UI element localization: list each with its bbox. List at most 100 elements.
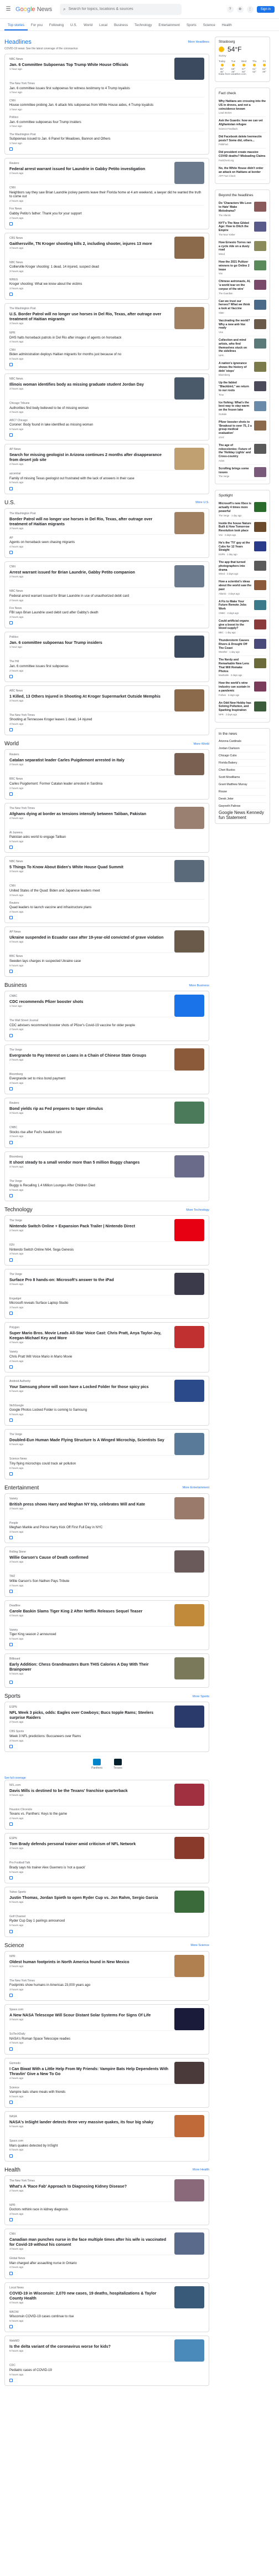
full-coverage-link[interactable] bbox=[9, 147, 204, 151]
related-story[interactable]: BBC News Carles Puigdemont: Former Catala… bbox=[9, 775, 204, 791]
spotlight-item[interactable]: He's the 'TV' guy at the Cubs for 12 Yea… bbox=[219, 539, 266, 559]
related-headline[interactable]: Jan. 6 committee subpoenas four Trump in… bbox=[9, 121, 204, 125]
related-story[interactable]: Variety Tiger King season 2 announced 5 ho… bbox=[9, 1626, 204, 1642]
related-headline[interactable]: Vampire bats share meals with friends bbox=[9, 2091, 204, 2095]
side-item-headline[interactable]: Ice fishing: What's the best way to stay… bbox=[219, 401, 252, 412]
full-coverage-link[interactable] bbox=[9, 1258, 204, 1262]
story-source[interactable]: Billboard bbox=[9, 1657, 170, 1661]
beyond-item[interactable]: Up the fabled "Blackbird," we return to … bbox=[219, 379, 266, 399]
related-headline[interactable]: Subpoenas issued to Jan. 6 Panel for Mea… bbox=[9, 137, 204, 142]
related-story[interactable]: azcentral Family of missing Texas geologi… bbox=[9, 470, 204, 485]
story-source[interactable]: Yahoo Sports bbox=[9, 1891, 170, 1894]
related-headline[interactable]: Gabby Petito's father: Thank you for you… bbox=[9, 212, 204, 217]
related-headline[interactable]: Brady says his trainer Alex Guerrero is … bbox=[9, 1866, 204, 1871]
related-story[interactable]: CDC Pediatric cases of COVID-19 5 hours ag… bbox=[9, 2362, 204, 2377]
related-headline[interactable]: Family of missing Texas geologist out fr… bbox=[9, 477, 204, 482]
full-coverage-link[interactable] bbox=[9, 792, 204, 796]
related-story[interactable]: Fox News Gabby Petito's father: Thank you… bbox=[9, 205, 204, 221]
story-source[interactable]: Reuters bbox=[9, 1102, 170, 1105]
story-card[interactable]: The Verge Nintendo Switch Online + Expans… bbox=[4, 1215, 209, 1266]
side-item-thumbnail[interactable] bbox=[254, 682, 266, 692]
section-title[interactable]: U.S. bbox=[4, 500, 15, 506]
related-headline[interactable]: Pediatric cases of COVID-19 bbox=[9, 2369, 204, 2373]
side-item-thumbnail[interactable] bbox=[254, 561, 266, 571]
related-source[interactable]: Science bbox=[9, 2086, 204, 2090]
story-thumbnail[interactable] bbox=[174, 930, 204, 953]
beyond-item[interactable]: Ice fishing: What's the best way to stay… bbox=[219, 399, 266, 418]
related-story[interactable]: NPR DHS halts horseback patrols in Del Ri… bbox=[9, 329, 204, 345]
side-item-headline[interactable]: Did Facebook delete Ivermectin posts? So… bbox=[219, 135, 266, 143]
side-item-headline[interactable]: Collection and mind artists, who find th… bbox=[219, 339, 252, 354]
related-headline[interactable]: Willie Garson's Son Nathen Pays Tribute bbox=[9, 1580, 204, 1584]
story-source[interactable]: CNBC bbox=[9, 995, 170, 998]
story-headline[interactable]: 5 Things To Know About Biden's White Hou… bbox=[9, 864, 170, 869]
story-card[interactable]: Reuters Federal arrest warrant issued for… bbox=[4, 158, 209, 229]
related-headline[interactable]: CDC advisers recommend booster shots of … bbox=[9, 1024, 204, 1028]
related-headline[interactable]: Shooting at Tennessee Kroger leaves 1 de… bbox=[9, 718, 204, 723]
related-source[interactable]: Variety bbox=[9, 1350, 204, 1354]
story-card[interactable]: NBC News Illinois woman identifies body a… bbox=[4, 373, 209, 441]
related-headline[interactable]: Ryder Cup Day 1 pairings announced bbox=[9, 1919, 204, 1924]
section-title[interactable]: Sports bbox=[4, 1693, 20, 1699]
story-thumbnail[interactable] bbox=[174, 1219, 204, 1242]
story-headline[interactable]: Border Patrol will no longer use horses … bbox=[9, 516, 170, 526]
related-source[interactable]: The New York Times bbox=[9, 714, 204, 718]
related-story[interactable]: NPR Doctors rethink race in kidney diagno… bbox=[9, 2201, 204, 2217]
spotlight-item[interactable]: Microsoft's new Xbox is actually 4 times… bbox=[219, 500, 266, 520]
related-story[interactable]: BBC News Sweden lays charges in suspected… bbox=[9, 952, 204, 968]
story-headline[interactable]: NASA's InSight lander detects three very… bbox=[9, 2119, 170, 2124]
spotlight-item[interactable]: Thunderstorm Causes Rivers & Drought Off… bbox=[219, 637, 266, 657]
related-source[interactable]: Fox News bbox=[9, 607, 204, 611]
story-headline[interactable]: Jan. 6 Committee Subpoenas Top Trump Whi… bbox=[9, 62, 170, 67]
related-story[interactable]: ABC7 Chicago Coroner: Body found in lake … bbox=[9, 416, 204, 432]
fact_check-item[interactable]: Did Facebook delete Ivermectin posts? So… bbox=[219, 133, 266, 149]
story-card[interactable]: Politico Jan. 6 committee subpoenas four … bbox=[4, 632, 209, 682]
beyond-item[interactable]: Pfizer booster shots to 'Breakout to ove… bbox=[219, 418, 266, 442]
story-card[interactable]: Gizmodo I Can Biwat With a Little Help Fr… bbox=[4, 2057, 209, 2108]
story-thumbnail[interactable] bbox=[174, 1433, 204, 1456]
game-score-card[interactable]: Panthers Texans bbox=[4, 1755, 209, 1773]
story-source[interactable]: Politico bbox=[9, 636, 170, 639]
related-headline[interactable]: Microsoft reveals Surface Laptop Studio bbox=[9, 1302, 204, 1306]
full-coverage-link[interactable] bbox=[9, 728, 204, 732]
related-story[interactable]: WKOW Wisconsin COVID-19 cases continue to… bbox=[9, 2308, 204, 2324]
related-source[interactable]: TMZ bbox=[9, 1575, 204, 1579]
full-coverage-link[interactable] bbox=[9, 916, 204, 920]
related-story[interactable]: CNN United States of the Quad: Biden and … bbox=[9, 882, 204, 898]
related-story[interactable]: The Verge Buggy is Recalling 1.4 Million … bbox=[9, 1177, 204, 1193]
story-thumbnail[interactable] bbox=[174, 1379, 204, 1402]
full-coverage-link[interactable] bbox=[9, 2047, 204, 2051]
side-item-headline[interactable]: Did president create massive COVID death… bbox=[219, 151, 266, 158]
story-headline[interactable]: Jan. 6 committee subpoenas four Trump in… bbox=[9, 640, 170, 645]
search-box[interactable]: ⌕ bbox=[60, 3, 182, 15]
section-more-link[interactable]: More World bbox=[194, 742, 209, 746]
related-story[interactable]: CNBC Stocks rise after Fed's hawkish turn… bbox=[9, 1124, 204, 1139]
story-source[interactable]: NBC News bbox=[9, 860, 170, 863]
side-item-thumbnail[interactable] bbox=[254, 619, 266, 629]
story-headline[interactable]: Arrest warrant issued for Brian Laundrie… bbox=[9, 570, 170, 575]
side-item-thumbnail[interactable] bbox=[254, 521, 266, 532]
section-more-link[interactable]: More Technology bbox=[186, 1208, 209, 1212]
spotlight-item[interactable]: How a scientist's ideas about the world … bbox=[219, 578, 266, 598]
beyond-item[interactable]: How Ernesto Torres ran a cycle ride on a… bbox=[219, 239, 266, 258]
side-item-headline[interactable]: Why Haitians are crossing into the US in… bbox=[219, 100, 266, 111]
trending-topic-link[interactable]: Arizona Cardinals bbox=[219, 738, 266, 745]
hamburger-menu-icon[interactable]: ☰ bbox=[4, 6, 12, 13]
trending-topic-link[interactable]: Chicago Cubs bbox=[219, 752, 266, 760]
section-title[interactable]: World bbox=[4, 741, 19, 747]
story-headline[interactable]: Federal arrest warrant issued for Laundr… bbox=[9, 166, 170, 171]
fact_check-item[interactable]: Ask the Guards: how we can vet Afghanist… bbox=[219, 117, 266, 133]
story-headline[interactable]: Ukraine suspended in Ecuador case after … bbox=[9, 935, 170, 940]
related-headline[interactable]: Jan. 6 committee issues first subpoenas bbox=[9, 665, 204, 669]
side-item-thumbnail[interactable] bbox=[254, 319, 266, 329]
related-source[interactable]: CNN bbox=[9, 349, 204, 352]
section-more-link[interactable]: More Health bbox=[193, 2168, 209, 2172]
spotlight-item[interactable]: Inside the house Nature Built & How Tomo… bbox=[219, 520, 266, 539]
weather-location[interactable]: Strasbourg bbox=[219, 40, 266, 44]
story-headline[interactable]: Surface Pro 8 hands-on: Microsoft's answ… bbox=[9, 1277, 170, 1282]
related-source[interactable]: Fox News bbox=[9, 207, 204, 211]
related-headline[interactable]: NASA's Roman Space Telescope readies bbox=[9, 2037, 204, 2042]
story-thumbnail[interactable] bbox=[174, 1657, 204, 1680]
related-story[interactable]: Science Vampire bats share meals with fri… bbox=[9, 2083, 204, 2099]
related-source[interactable]: The Verge bbox=[9, 1180, 204, 1184]
